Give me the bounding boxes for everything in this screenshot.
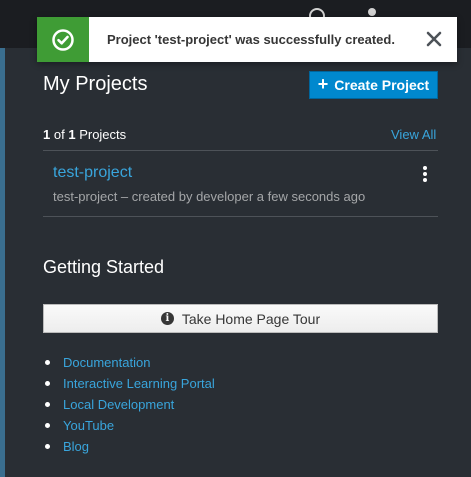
info-icon: i [160, 312, 174, 325]
create-project-label: Create Project [334, 77, 430, 93]
project-name-link[interactable]: test-project [53, 164, 132, 182]
background-edge [0, 48, 5, 477]
close-icon[interactable] [426, 31, 442, 47]
success-toast: Project 'test-project' was successfully … [37, 17, 457, 62]
toast-status [37, 17, 89, 62]
check-circle-icon [52, 28, 74, 51]
plus-icon: + [317, 74, 329, 94]
divider [43, 150, 438, 151]
list-item: Documentation [43, 352, 215, 373]
getting-started-links: Documentation Interactive Learning Porta… [43, 352, 215, 457]
create-project-button[interactable]: + Create Project [309, 71, 438, 99]
take-tour-button[interactable]: i Take Home Page Tour [43, 304, 438, 333]
learning-portal-link[interactable]: Interactive Learning Portal [63, 376, 215, 391]
list-item: Local Development [43, 394, 215, 415]
take-tour-label: Take Home Page Tour [181, 310, 321, 327]
toast-message: Project 'test-project' was successfully … [107, 32, 395, 47]
local-development-link[interactable]: Local Development [63, 397, 174, 412]
list-item: Interactive Learning Portal [43, 373, 215, 394]
youtube-link[interactable]: YouTube [63, 418, 114, 433]
view-all-link[interactable]: View All [391, 127, 436, 142]
toast-close-button[interactable] [423, 28, 445, 50]
list-item: Blog [43, 436, 215, 457]
documentation-link[interactable]: Documentation [63, 355, 150, 370]
blog-link[interactable]: Blog [63, 439, 89, 454]
getting-started-title: Getting Started [43, 257, 165, 277]
list-item: YouTube [43, 415, 215, 436]
kebab-icon[interactable] [419, 164, 431, 184]
divider [43, 216, 438, 217]
project-count: 1 of 1 Projects [43, 127, 127, 142]
page-title: My Projects [43, 73, 148, 95]
project-description: test-project – created by developer a fe… [53, 189, 366, 204]
